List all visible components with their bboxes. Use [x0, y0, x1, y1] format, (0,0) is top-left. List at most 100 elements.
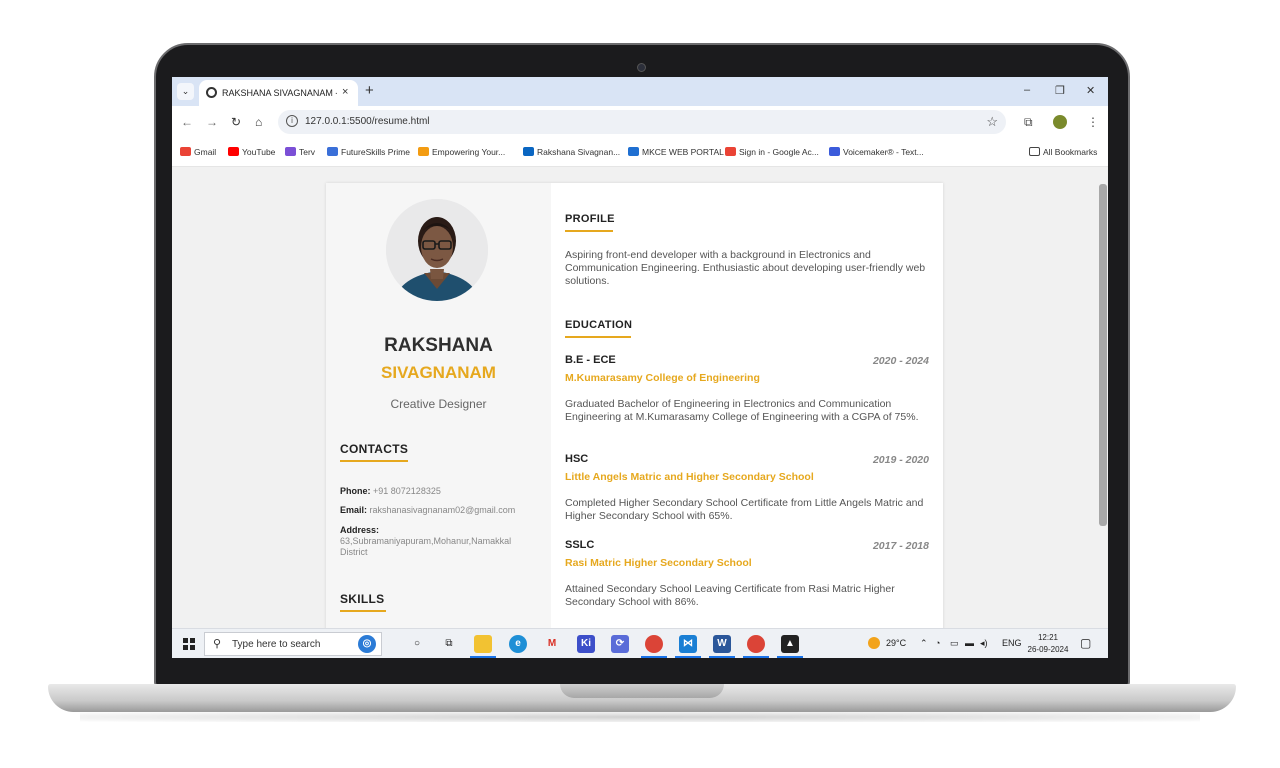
contacts-heading: CONTACTS [340, 442, 409, 456]
weather-icon[interactable] [868, 637, 880, 649]
tab-title: RAKSHANA SIVAGNANAM - Re [222, 88, 337, 98]
menu-icon[interactable]: ⋮ [1087, 115, 1099, 129]
resume-card: RAKSHANA SIVAGNANAM Creative Designer CO… [326, 183, 943, 628]
running-indicator [675, 656, 701, 658]
clock-date: 26-09-2024 [1027, 645, 1069, 654]
task-view-icon[interactable]: ⧉ [440, 635, 458, 653]
contact-phone: Phone: +91 8072128325 [340, 486, 441, 496]
bookmarks-bar: Gmail YouTube Terv FutureSkills Prime Em… [172, 139, 1108, 167]
education-description: Graduated Bachelor of Engineering in Ele… [565, 398, 919, 423]
back-icon[interactable]: ← [181, 115, 193, 129]
ki-app-icon[interactable]: Ki [577, 635, 595, 653]
laptop-notch [560, 684, 724, 698]
bookmark-futureskills[interactable]: FutureSkills Prime [327, 147, 410, 157]
extensions-icon[interactable]: ⧉ [1024, 115, 1033, 130]
education-years: 2020 - 2024 [872, 355, 929, 367]
youtube-icon [228, 147, 239, 156]
job-role: Creative Designer [390, 397, 487, 411]
notification-icon[interactable]: ▢ [1080, 636, 1091, 650]
tab-list-icon[interactable]: ⌄ [177, 83, 194, 100]
chevron-up-icon[interactable]: ⌃ [920, 638, 928, 649]
bookmark-google-signin[interactable]: Sign in - Google Ac... [725, 147, 819, 157]
bookmark-linkedin[interactable]: Rakshana Sivagnan... [523, 147, 620, 157]
chrome-icon[interactable] [645, 635, 663, 653]
volume-icon[interactable]: ◂) [980, 638, 988, 649]
restore-button[interactable]: ❐ [1055, 84, 1065, 97]
profile-photo [386, 199, 488, 301]
forward-icon[interactable]: → [206, 115, 218, 129]
word-icon[interactable]: W [713, 635, 731, 653]
running-indicator [777, 656, 803, 658]
scrollbar-thumb[interactable] [1099, 184, 1107, 526]
contact-address: Address: 63,Subramaniyapuram,Mohanur,Nama… [340, 525, 512, 557]
language-indicator[interactable]: ENG [1002, 638, 1022, 648]
tab-close-button[interactable]: × [342, 86, 348, 98]
globe-icon [206, 87, 217, 98]
contact-email: Email: rakshanasivagnanam02@gmail.com [340, 505, 516, 515]
running-indicator [470, 656, 496, 658]
chevron-icon [418, 147, 429, 156]
new-tab-button[interactable]: + [365, 82, 374, 99]
site-info-icon[interactable]: i [286, 115, 298, 127]
gmail-app-icon[interactable]: M [543, 635, 561, 653]
edge-icon[interactable]: e [509, 635, 527, 653]
profile-heading: PROFILE [565, 213, 615, 225]
page-viewport: RAKSHANA SIVAGNANAM Creative Designer CO… [172, 167, 1097, 628]
google-icon [725, 147, 736, 156]
windows-logo-icon[interactable] [183, 638, 195, 650]
bookmark-star-icon[interactable]: ☆ [986, 114, 998, 130]
first-name: RAKSHANA [384, 335, 493, 356]
terv-icon [285, 147, 296, 156]
address-bar[interactable]: i 127.0.0.1:5500/resume.html ☆ [278, 110, 1006, 134]
all-bookmarks[interactable]: All Bookmarks [1029, 147, 1097, 157]
education-institution: Rasi Matric Higher Secondary School [565, 557, 752, 569]
reload-icon[interactable]: ↻ [231, 115, 241, 129]
education-degree: HSC [565, 453, 589, 465]
laptop-shadow [80, 712, 1200, 722]
browser-toolbar: ← → ↻ ⌂ i 127.0.0.1:5500/resume.html ☆ ⧉… [172, 106, 1108, 139]
folder-icon [1029, 147, 1040, 156]
bookmark-gmail[interactable]: Gmail [180, 147, 216, 157]
browser-tab[interactable]: RAKSHANA SIVAGNANAM - Re × [199, 80, 358, 106]
meet-icon[interactable]: ▭ [950, 638, 959, 649]
profile-text: Aspiring front-end developer with a back… [565, 249, 926, 287]
close-window-button[interactable]: ✕ [1086, 84, 1095, 97]
bookmark-terv[interactable]: Terv [285, 147, 315, 157]
last-name: SIVAGNANAM [381, 363, 496, 382]
gmail-icon [180, 147, 191, 156]
weather-temp[interactable]: 29°C [886, 638, 906, 648]
webcam [637, 63, 646, 72]
windows-taskbar: ⚲ Type here to search ◎ ○ ⧉ e M Ki ⟳ ⋈ W… [172, 628, 1108, 658]
running-indicator [641, 656, 667, 658]
home-icon[interactable]: ⌂ [255, 115, 262, 129]
taskbar-search[interactable]: ⚲ Type here to search [204, 632, 382, 656]
running-indicator [743, 656, 769, 658]
education-institution: Little Angels Matric and Higher Secondar… [565, 471, 814, 483]
sync-app-icon[interactable]: ⟳ [611, 635, 629, 653]
education-degree: SSLC [565, 539, 595, 551]
clock[interactable]: 12:21 26-09-2024 [1024, 632, 1072, 656]
search-placeholder: Type here to search [232, 639, 321, 650]
photos-icon[interactable]: ▲ [781, 635, 799, 653]
bookmark-youtube[interactable]: YouTube [228, 147, 275, 157]
bookmark-mkce[interactable]: MKCE WEB PORTAL [628, 147, 724, 157]
chrome-profile-icon[interactable] [747, 635, 765, 653]
education-years: 2017 - 2018 [872, 540, 929, 552]
education-years: 2019 - 2020 [872, 454, 929, 466]
resume-main: PROFILE Aspiring front-end developer wit… [551, 183, 943, 628]
bookmark-voicemaker[interactable]: Voicemaker® - Text... [829, 147, 924, 157]
file-explorer-icon[interactable] [474, 635, 492, 653]
minimize-button[interactable]: – [1024, 84, 1030, 96]
running-indicator [709, 656, 735, 658]
widget-globe-icon[interactable]: ◎ [358, 635, 376, 653]
profile-icon[interactable] [1053, 115, 1067, 129]
education-description: Completed Higher Secondary School Certif… [565, 497, 924, 522]
vscode-icon[interactable]: ⋈ [679, 635, 697, 653]
tab-bar: ⌄ RAKSHANA SIVAGNANAM - Re × + – ❐ ✕ [172, 77, 1108, 106]
network-icon[interactable]: ◔ [935, 638, 940, 648]
screen: ⌄ RAKSHANA SIVAGNANAM - Re × + – ❐ ✕ ← →… [172, 77, 1108, 658]
battery-icon[interactable]: ▬ [965, 638, 974, 648]
bookmark-empowering[interactable]: Empowering Your... [418, 147, 505, 157]
cortana-icon[interactable]: ○ [408, 635, 426, 653]
education-description: Attained Secondary School Leaving Certif… [565, 583, 895, 608]
